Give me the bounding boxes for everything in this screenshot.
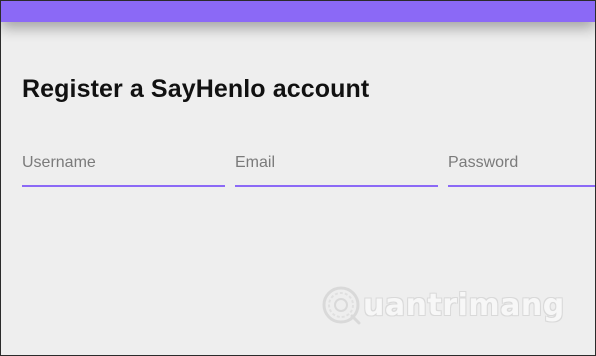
email-input[interactable] <box>235 141 438 187</box>
app-window: Register a SayHenlo account uantrimang <box>0 0 596 356</box>
quantrimang-logo-icon <box>322 286 361 325</box>
email-field-container <box>235 141 438 189</box>
password-field-container <box>448 141 595 189</box>
page-title: Register a SayHenlo account <box>22 75 370 103</box>
username-field-container <box>22 141 225 189</box>
password-input[interactable] <box>448 141 595 187</box>
watermark-text: uantrimang <box>363 287 565 323</box>
top-app-bar <box>1 1 595 22</box>
username-input[interactable] <box>22 141 225 187</box>
watermark: uantrimang <box>321 283 565 327</box>
